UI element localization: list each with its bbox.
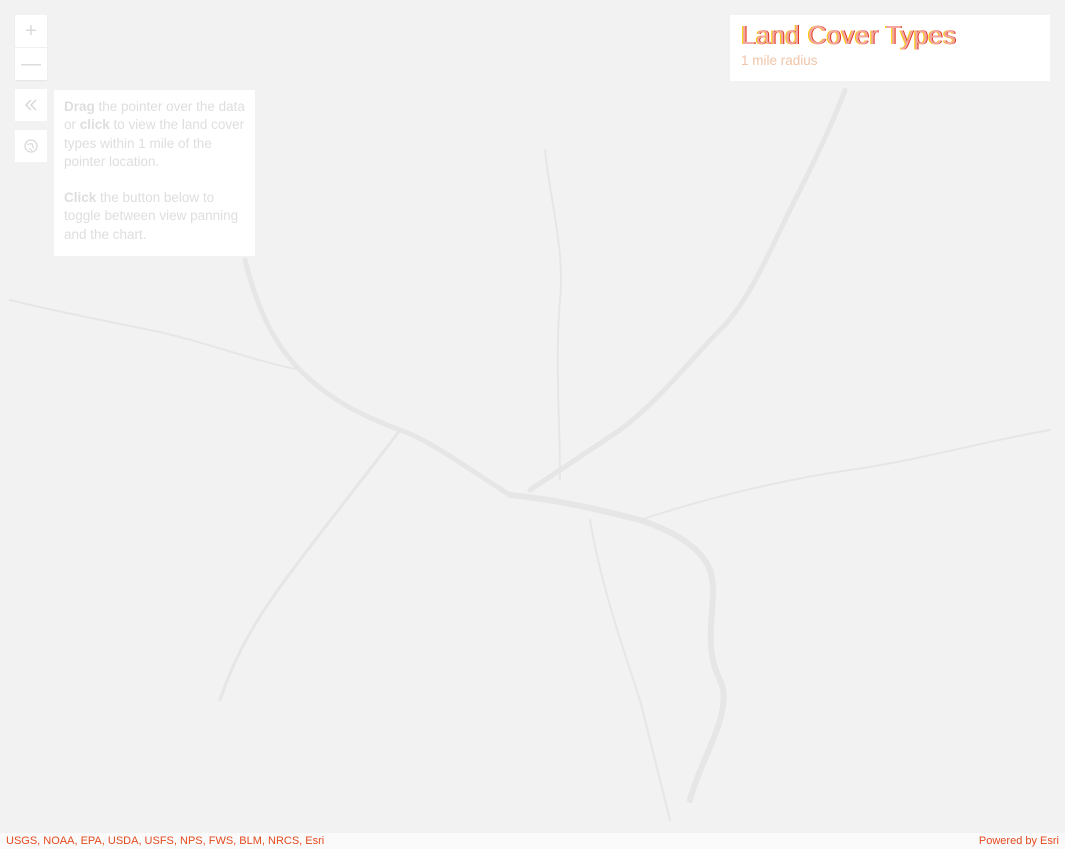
instructions-toggle-keyword: Click [64,190,97,206]
chart-subtitle: 1 mile radius [741,53,818,68]
zoom-in-button[interactable]: + [15,15,47,47]
instructions-panel: Drag the pointer over the data or click … [54,90,255,257]
chart-panel: Land Cover Types 1 mile radius [730,15,1050,81]
creek-north [544,149,562,481]
attribution-bar: USGS, NOAA, EPA, USDA, USFS, NPS, FWS, B… [0,833,1065,849]
creek-south [589,519,671,821]
toggle-chart-button[interactable] [15,130,47,162]
instructions-drag-keyword: Drag [64,99,95,114]
plus-icon: + [25,20,37,42]
instructions-drag-text: Drag the pointer over the data or click … [64,98,245,171]
attribution-sources[interactable]: USGS, NOAA, EPA, USDA, USFS, NPS, FWS, B… [6,833,324,849]
river-allegheny [527,87,848,493]
expand-button[interactable] [15,89,47,121]
double-chevron-left-icon [25,99,37,111]
instructions-toggle-text: Click the button below to toggle between… [64,189,245,244]
river-youghiogheny [218,428,402,702]
minus-icon: — [21,53,41,75]
river-ohio [507,492,727,803]
globe-icon [24,139,38,153]
instructions-click-keyword: click [79,117,110,133]
zoom-controls: + — [15,15,47,80]
zoom-out-button[interactable]: — [15,47,47,80]
powered-by-link[interactable]: Powered by Esri [979,833,1059,849]
chart-title: Land Cover Types [741,20,957,50]
creek-east [639,429,1051,521]
creek-west [9,299,301,371]
